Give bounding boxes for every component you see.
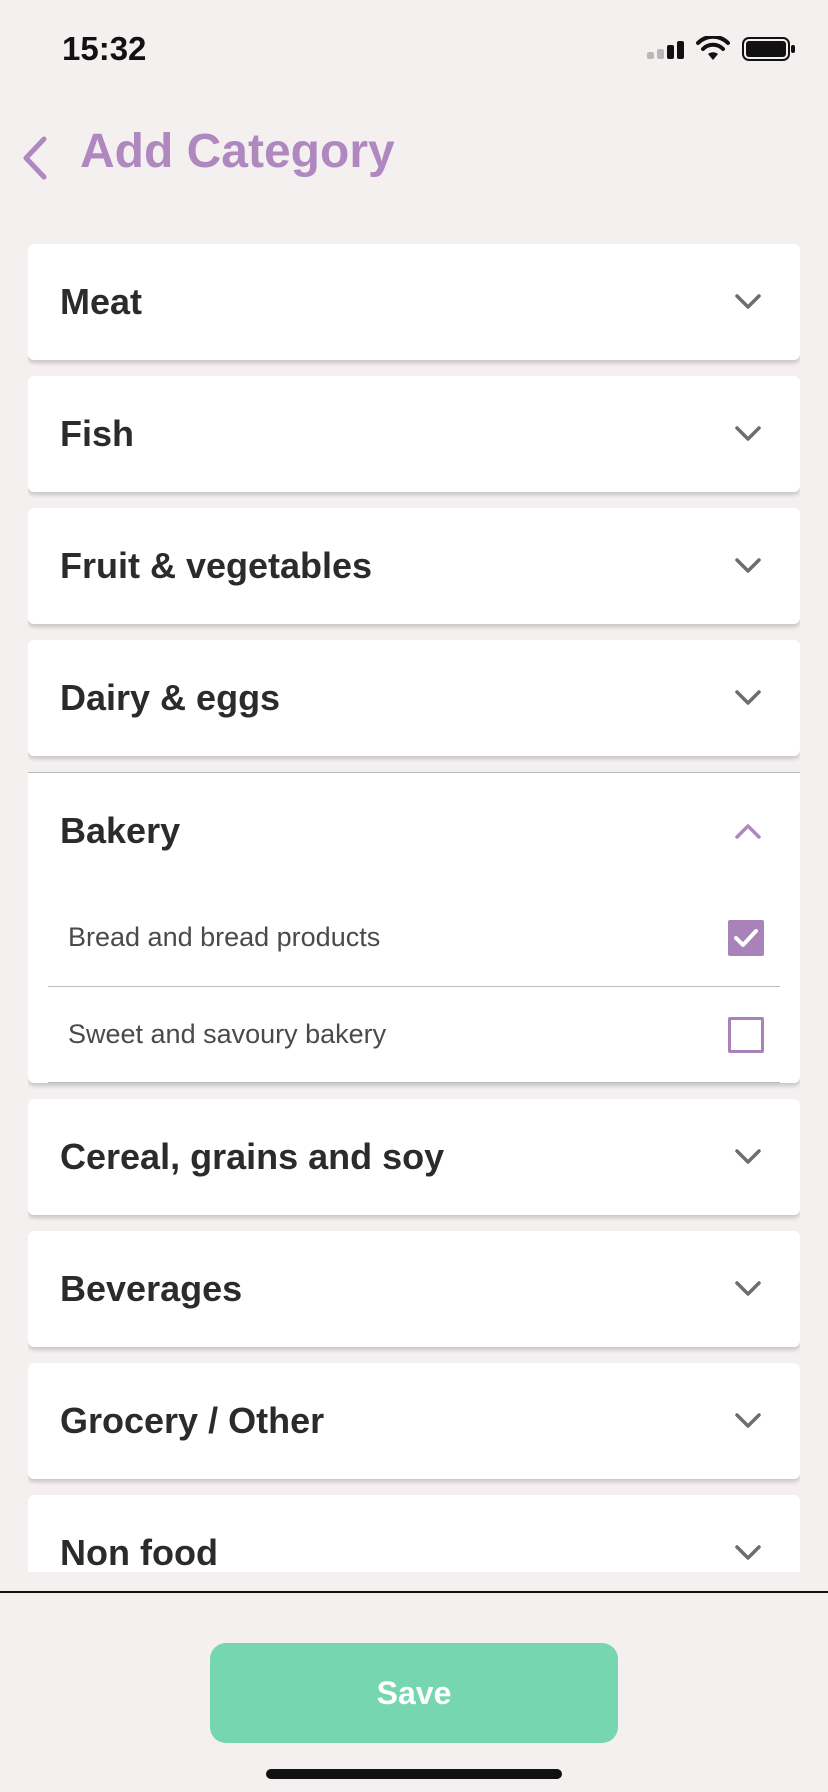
category-title: Dairy & eggs xyxy=(60,677,281,718)
chevron-down-icon xyxy=(728,546,768,586)
chevron-down-icon xyxy=(728,1533,768,1572)
category-title: Bakery xyxy=(60,810,181,851)
subcategory-item[interactable]: Bread and bread products xyxy=(48,889,780,987)
chevron-down-icon xyxy=(728,414,768,454)
category-title: Fish xyxy=(60,413,135,454)
category-card-fish: Fish xyxy=(28,376,800,492)
signal-icon xyxy=(647,39,684,59)
save-button[interactable]: Save xyxy=(210,1643,618,1743)
subcategory-item[interactable]: Sweet and savoury bakery xyxy=(48,987,780,1083)
chevron-down-icon xyxy=(728,282,768,322)
category-title: Cereal, grains and soy xyxy=(60,1136,445,1177)
category-card-meat: Meat xyxy=(28,244,800,360)
header: Add Category xyxy=(0,108,828,198)
wifi-icon xyxy=(696,36,730,60)
category-header-cereal-grains-soy[interactable]: Cereal, grains and soy xyxy=(28,1099,800,1215)
category-title: Grocery / Other xyxy=(60,1400,325,1441)
subcategory-label: Sweet and savoury bakery xyxy=(68,1019,387,1049)
category-card-non-food: Non food xyxy=(28,1495,800,1572)
category-title: Meat xyxy=(60,281,143,322)
checkbox-unchecked[interactable] xyxy=(728,1016,764,1053)
chevron-down-icon xyxy=(728,1401,768,1441)
checkbox-checked[interactable] xyxy=(728,919,764,956)
category-card-cereal-grains-soy: Cereal, grains and soy xyxy=(28,1099,800,1215)
category-list[interactable]: Meat Fish Fruit & vegetables Dairy & egg… xyxy=(28,244,800,1572)
category-title: Non food xyxy=(60,1532,218,1572)
subcategory-list: Bread and bread products Sweet and savou… xyxy=(28,889,800,1083)
category-header-meat[interactable]: Meat xyxy=(28,244,800,360)
category-header-grocery-other[interactable]: Grocery / Other xyxy=(28,1363,800,1479)
category-card-dairy-eggs: Dairy & eggs xyxy=(28,640,800,756)
category-title: Beverages xyxy=(60,1268,243,1309)
category-card-bakery: Bakery Bread and bread products Sweet an… xyxy=(28,772,800,1083)
subcategory-label: Bread and bread products xyxy=(68,922,381,952)
category-card-beverages: Beverages xyxy=(28,1231,800,1347)
back-button[interactable] xyxy=(10,128,60,188)
bottom-bar: Save xyxy=(0,1591,828,1792)
category-header-fish[interactable]: Fish xyxy=(28,376,800,492)
category-title: Fruit & vegetables xyxy=(60,545,373,586)
chevron-up-icon xyxy=(728,811,768,851)
category-header-fruit-vegetables[interactable]: Fruit & vegetables xyxy=(28,508,800,624)
check-icon xyxy=(734,928,758,947)
status-icons xyxy=(647,36,796,62)
category-header-dairy-eggs[interactable]: Dairy & eggs xyxy=(28,640,800,756)
category-header-bakery[interactable]: Bakery xyxy=(28,773,800,889)
chevron-left-icon xyxy=(23,136,47,180)
chevron-down-icon xyxy=(728,1137,768,1177)
page-title: Add Category xyxy=(80,125,395,178)
status-bar: 15:32 xyxy=(0,0,828,100)
chevron-down-icon xyxy=(728,1269,768,1309)
category-header-non-food[interactable]: Non food xyxy=(28,1495,800,1572)
category-header-beverages[interactable]: Beverages xyxy=(28,1231,800,1347)
category-card-grocery-other: Grocery / Other xyxy=(28,1363,800,1479)
category-card-fruit-vegetables: Fruit & vegetables xyxy=(28,508,800,624)
battery-icon xyxy=(742,37,795,61)
chevron-down-icon xyxy=(728,678,768,718)
status-time: 15:32 xyxy=(62,30,147,67)
home-indicator xyxy=(266,1769,562,1779)
